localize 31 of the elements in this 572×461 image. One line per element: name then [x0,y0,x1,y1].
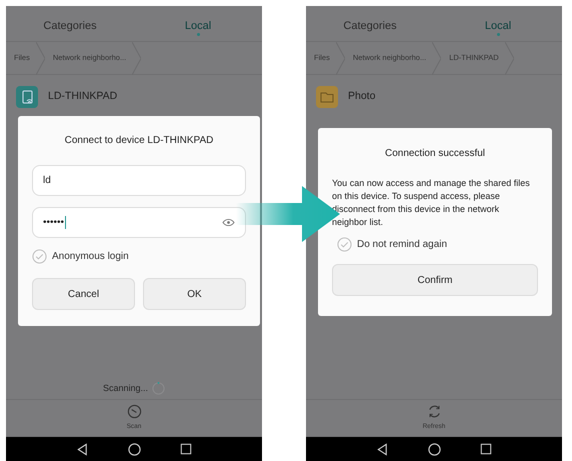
status-text: Scanning... [102,382,148,395]
tab[interactable]: Categories [306,6,434,41]
recents-icon[interactable] [180,443,192,455]
item-name[interactable]: LD-THINKPAD [48,89,118,105]
refresh-icon [426,404,442,420]
dialog-button[interactable]: Cancel [32,278,135,310]
dialog-button[interactable]: OK [143,278,246,310]
scan-icon [126,404,142,420]
recents-icon[interactable] [480,443,492,455]
option-label[interactable]: Do not remind again [357,237,448,252]
eye-icon[interactable] [222,217,235,228]
folder-icon [316,86,338,108]
dialog-button[interactable]: Confirm [332,264,538,296]
dialog-title: Connection successful [384,147,486,161]
tab[interactable]: Categories [6,6,134,41]
dialog-title: Connect to device LD-THINKPAD [64,134,214,148]
home-icon[interactable] [428,442,441,456]
tab[interactable]: Local [434,6,562,41]
spinner-icon [152,382,166,395]
item-name[interactable]: Photo [348,89,376,105]
back-icon[interactable] [76,442,89,456]
tab[interactable]: Local [134,6,262,41]
dialog-message: You can now access and manage the shared files on this device. To suspend access, please disconnect from this device in the network neighbor list. [332,177,531,230]
device-icon [16,86,38,108]
checkbox[interactable] [337,237,352,252]
password-field[interactable]: •••••• [32,207,246,238]
username-field[interactable]: ld [32,165,246,196]
checkbox[interactable] [32,249,47,264]
home-icon[interactable] [128,442,141,456]
option-label[interactable]: Anonymous login [52,249,129,264]
back-icon[interactable] [376,442,389,456]
